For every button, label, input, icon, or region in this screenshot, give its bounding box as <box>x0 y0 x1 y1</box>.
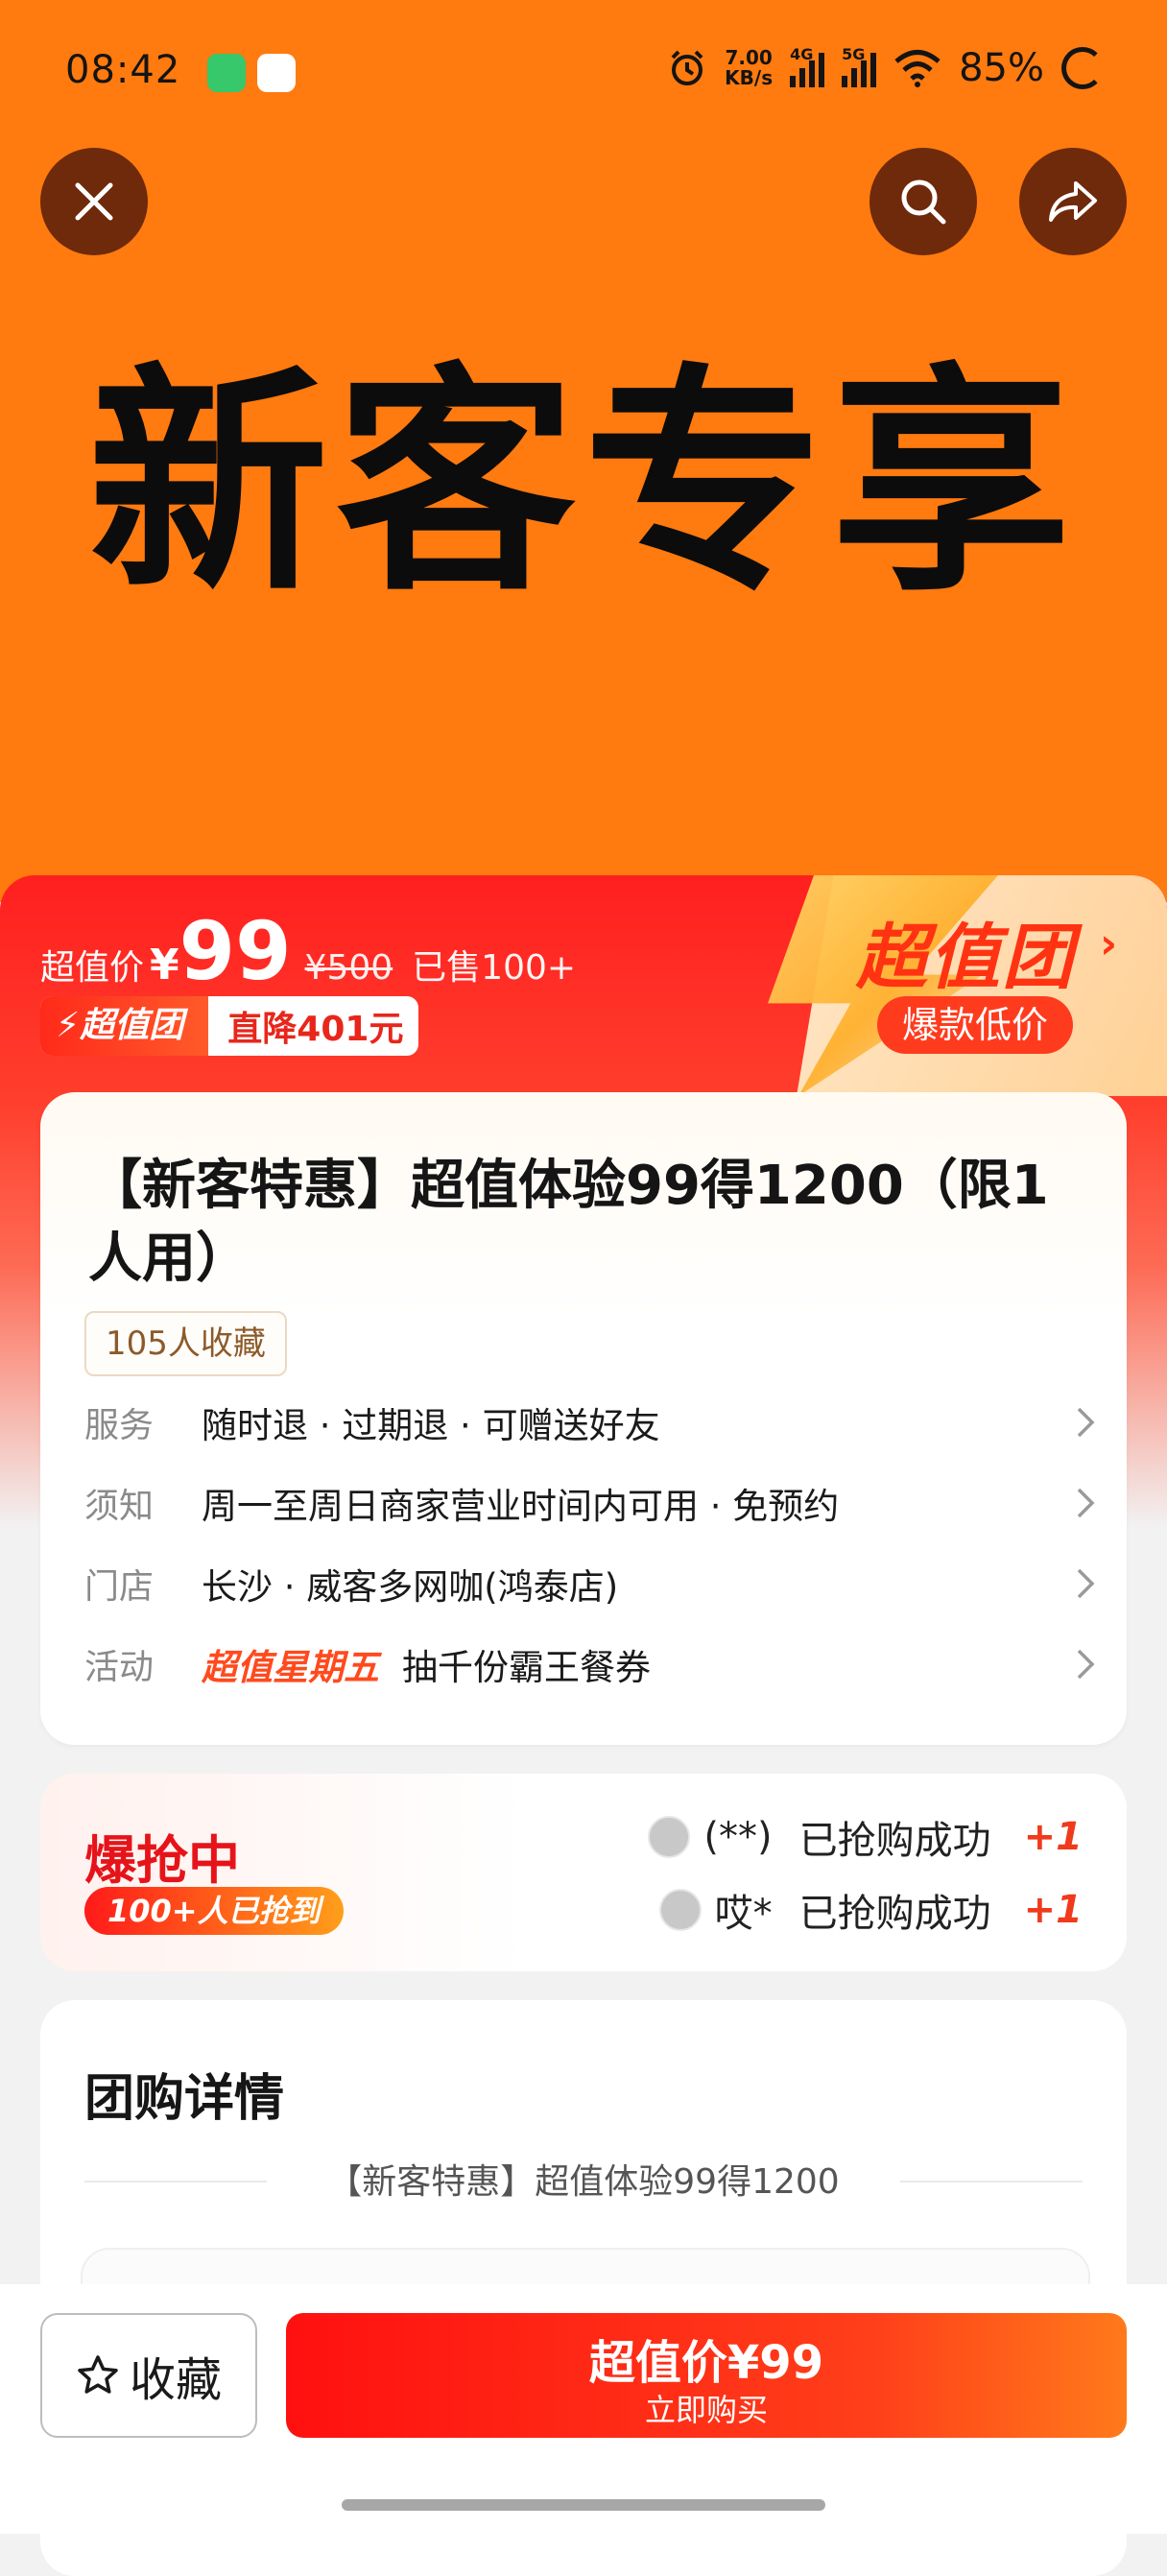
hero-title: 新客专享 <box>88 344 1079 623</box>
info-value: 长沙 · 威客多网咖(鸿泰店) <box>202 1566 619 1608</box>
rush-title: 爆抢中 <box>84 1830 240 1891</box>
app-notification-icon <box>207 54 246 92</box>
net-speed: 7.00 KB/s <box>725 48 773 88</box>
divider-right <box>900 2181 1083 2182</box>
status-indicators: 7.00 KB/s 4G 5G 85% <box>667 45 1104 90</box>
details-subtitle: 【新客特惠】超值体验99得1200 <box>327 2162 840 2202</box>
product-info-card: 【新客特惠】超值体验99得1200（限1人用） 105人收藏 服务 随时退 · … <box>40 1092 1127 1745</box>
info-value: 抽千份霸王餐券 <box>402 1647 651 1688</box>
star-icon <box>78 2355 118 2394</box>
price-label: 超值价 <box>40 948 145 988</box>
net-speed-value: 7.00 <box>725 46 773 69</box>
info-label: 服务 <box>84 1406 155 1445</box>
badge-subtitle: 爆款低价 <box>877 996 1074 1054</box>
avatar <box>658 1889 702 1931</box>
price-currency: ¥ <box>150 941 179 990</box>
buy-price-label: 超值价¥99 <box>588 2336 824 2390</box>
badge-title[interactable]: 超值团 <box>856 900 1075 1003</box>
brand-tag-label: 超值团 <box>80 1006 184 1045</box>
alarm-icon <box>671 50 703 85</box>
bottom-action-bar: 收藏 超值价¥99 立即购买 <box>0 2284 1167 2534</box>
price-row: 超值价 ¥99 ¥500 已售100+ <box>40 904 576 998</box>
favorites-count-chip: 105人收藏 <box>84 1311 287 1376</box>
buyer-plus: +1 <box>1023 1815 1083 1859</box>
chevron-right-icon <box>1077 1649 1095 1680</box>
chevron-right-icon <box>1077 1568 1095 1599</box>
info-row-service[interactable]: 服务 随时退 · 过期退 · 可赠送好友 <box>84 1394 1102 1451</box>
buyer-name: 哎* <box>714 1892 773 1936</box>
buyer-name: (**) <box>703 1815 773 1859</box>
buyer-status: 已抢购成功 <box>798 1819 991 1863</box>
rush-buying-card: 爆抢中 100+人已抢到 (**) 已抢购成功 +1 哎* 已抢购成功 +1 <box>40 1774 1127 1971</box>
search-button[interactable] <box>869 148 977 255</box>
app-notification-icon-2 <box>257 54 296 92</box>
discount-tag: 直降401元 <box>227 1010 404 1049</box>
share-icon <box>1049 181 1097 222</box>
info-row-notice[interactable]: 须知 周一至周日商家营业时间内可用 · 免预约 <box>84 1474 1102 1532</box>
favorite-label: 收藏 <box>129 2353 222 2407</box>
original-price: ¥500 <box>304 948 393 988</box>
avatar <box>648 1816 691 1858</box>
brand-tag: ⚡超值团 <box>40 996 209 1056</box>
battery-icon <box>1061 47 1104 89</box>
info-label: 门店 <box>84 1567 155 1607</box>
signal-5g-label: 5G <box>842 45 866 63</box>
battery-percent: 85% <box>959 46 1044 90</box>
signal-4g-label: 4G <box>790 45 814 63</box>
price-value: 99 <box>179 904 292 998</box>
chevron-right-icon <box>1077 1488 1095 1518</box>
info-value: 随时退 · 过期退 · 可赠送好友 <box>202 1405 660 1446</box>
chevron-right-icon <box>1077 1407 1095 1438</box>
info-label: 活动 <box>84 1648 155 1687</box>
status-bar: 08:42 7.00 KB/s 4G 5G 85% <box>0 38 1167 106</box>
buy-now-button[interactable]: 超值价¥99 立即购买 <box>286 2313 1127 2438</box>
rush-item: 哎* 已抢购成功 +1 <box>658 1883 1083 1937</box>
buyer-status: 已抢购成功 <box>798 1892 991 1936</box>
info-label: 须知 <box>84 1487 155 1526</box>
info-value: 周一至周日商家营业时间内可用 · 免预约 <box>202 1486 840 1527</box>
status-time: 08:42 <box>65 48 181 92</box>
share-button[interactable] <box>1019 148 1127 255</box>
info-row-store[interactable]: 门店 长沙 · 威客多网咖(鸿泰店) <box>84 1555 1102 1612</box>
close-button[interactable] <box>40 148 148 255</box>
info-row-activity[interactable]: 活动 超值星期五 抽千份霸王餐券 <box>84 1635 1102 1693</box>
hero-banner: 08:42 7.00 KB/s 4G 5G 85% 新客专享 <box>0 0 1167 902</box>
sold-count: 已售100+ <box>412 948 577 988</box>
buyer-plus: +1 <box>1023 1888 1083 1932</box>
activity-highlight: 超值星期五 <box>202 1647 379 1688</box>
signal-5g-icon: 5G <box>842 45 877 87</box>
favorite-button[interactable]: 收藏 <box>40 2313 257 2438</box>
deal-tags: ⚡超值团 直降401元 <box>40 996 419 1056</box>
rush-count-pill: 100+人已抢到 <box>84 1887 344 1935</box>
product-title: 【新客特惠】超值体验99得1200（限1人用） <box>88 1155 1049 1290</box>
close-icon <box>75 182 113 221</box>
chevron-right-icon[interactable]: › <box>1100 919 1117 968</box>
wifi-icon <box>894 50 941 87</box>
signal-4g-icon: 4G <box>790 45 825 87</box>
net-speed-unit: KB/s <box>725 66 774 89</box>
rush-item: (**) 已抢购成功 +1 <box>648 1810 1083 1864</box>
home-indicator[interactable] <box>342 2499 825 2511</box>
buy-now-label: 立即购买 <box>644 2392 768 2428</box>
search-icon <box>901 179 946 225</box>
lightning-small-icon: ⚡ <box>56 1006 81 1045</box>
details-title: 团购详情 <box>84 2070 285 2128</box>
